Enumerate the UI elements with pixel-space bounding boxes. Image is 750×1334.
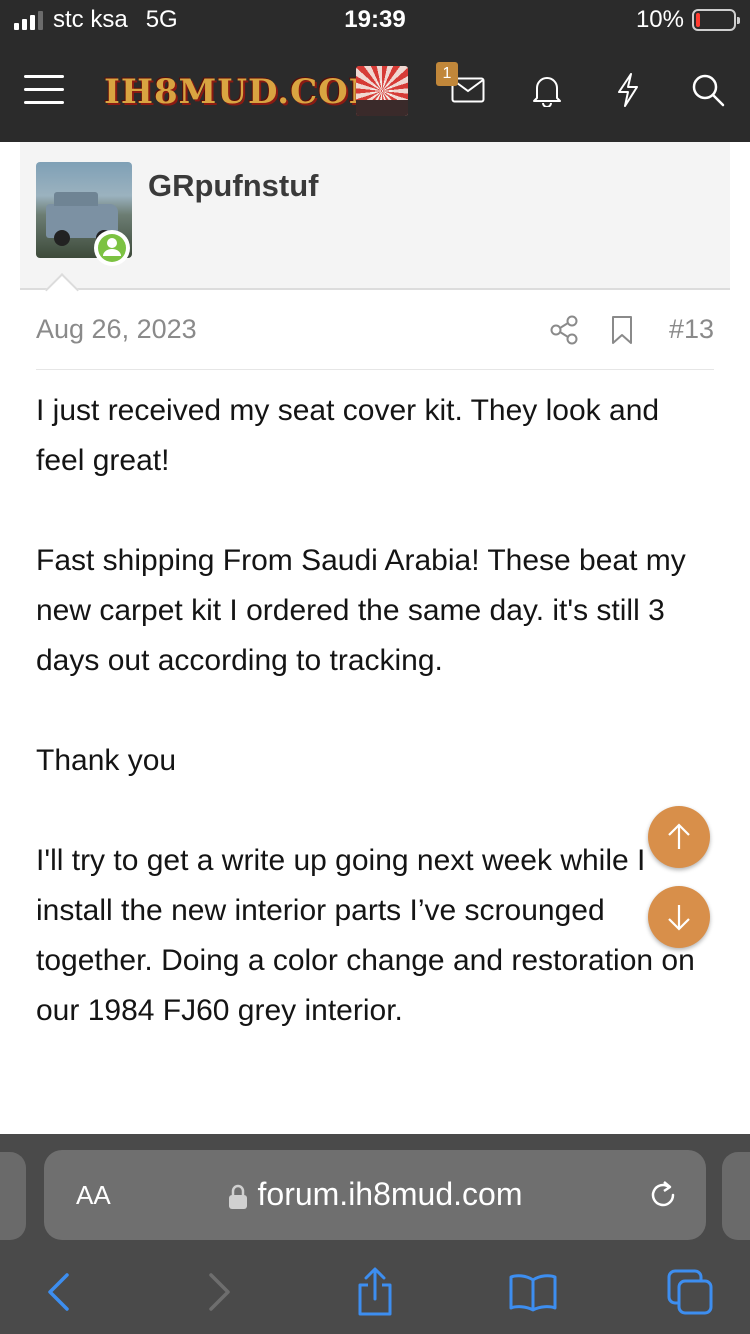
post-meta-row: Aug 26, 2023 #13: [36, 300, 714, 370]
share-sheet-button[interactable]: [347, 1266, 403, 1318]
previous-tab-preview[interactable]: [0, 1152, 26, 1240]
status-right: 10%: [635, 6, 740, 34]
arrow-up-icon: [668, 823, 690, 849]
site-logo[interactable]: IH8MUD.COM: [104, 72, 387, 112]
account-avatar[interactable]: [356, 66, 408, 116]
next-tab-preview[interactable]: [722, 1152, 750, 1240]
site-header: IH8MUD.COM 1: [0, 40, 750, 142]
url-display[interactable]: forum.ih8mud.com: [44, 1176, 706, 1213]
share-icon[interactable]: [548, 314, 580, 346]
share-sheet-icon: [358, 1267, 392, 1316]
back-button[interactable]: [30, 1266, 86, 1318]
address-bar[interactable]: AA forum.ih8mud.com: [44, 1150, 706, 1240]
post-number-link[interactable]: #13: [669, 314, 714, 345]
scroll-to-bottom-button[interactable]: [648, 886, 710, 948]
arrow-down-icon: [668, 905, 690, 931]
scroll-to-top-button[interactable]: [648, 806, 710, 868]
url-text: forum.ih8mud.com: [257, 1176, 523, 1212]
chevron-right-icon: [209, 1273, 230, 1311]
open-book-icon: [509, 1274, 557, 1312]
reload-icon[interactable]: [646, 1178, 680, 1217]
lightning-icon[interactable]: [600, 62, 656, 118]
post-body: I just received my seat cover kit. They …: [36, 386, 714, 1036]
post-author-name[interactable]: GRpufnstuf: [148, 168, 318, 204]
tabs-button[interactable]: [662, 1266, 718, 1318]
post-paragraph: I'll try to get a write up going next we…: [36, 844, 695, 1027]
forward-button[interactable]: [192, 1266, 248, 1318]
post-paragraph: I just received my seat cover kit. They …: [36, 394, 660, 477]
browser-bottom-bar: AA forum.ih8mud.com: [0, 1134, 750, 1334]
post-paragraph: Thank you: [36, 744, 177, 777]
search-icon[interactable]: [680, 62, 736, 118]
notification-badge: 1: [436, 62, 458, 86]
post-date[interactable]: Aug 26, 2023: [36, 314, 197, 345]
bookmark-icon[interactable]: [606, 314, 638, 346]
lock-icon: [228, 1184, 247, 1209]
hamburger-menu-icon[interactable]: [16, 62, 72, 118]
online-status-icon: [94, 230, 130, 266]
post-paragraph: Fast shipping From Saudi Arabia! These b…: [36, 544, 686, 677]
tabs-icon: [667, 1269, 713, 1315]
chevron-left-icon: [48, 1273, 69, 1311]
bell-icon[interactable]: [519, 62, 575, 118]
bookmarks-button[interactable]: [505, 1266, 561, 1318]
battery-icon: [692, 9, 740, 31]
battery-percent: 10%: [635, 6, 684, 33]
status-bar: stc ksa 5G 19:39 10%: [0, 0, 750, 40]
